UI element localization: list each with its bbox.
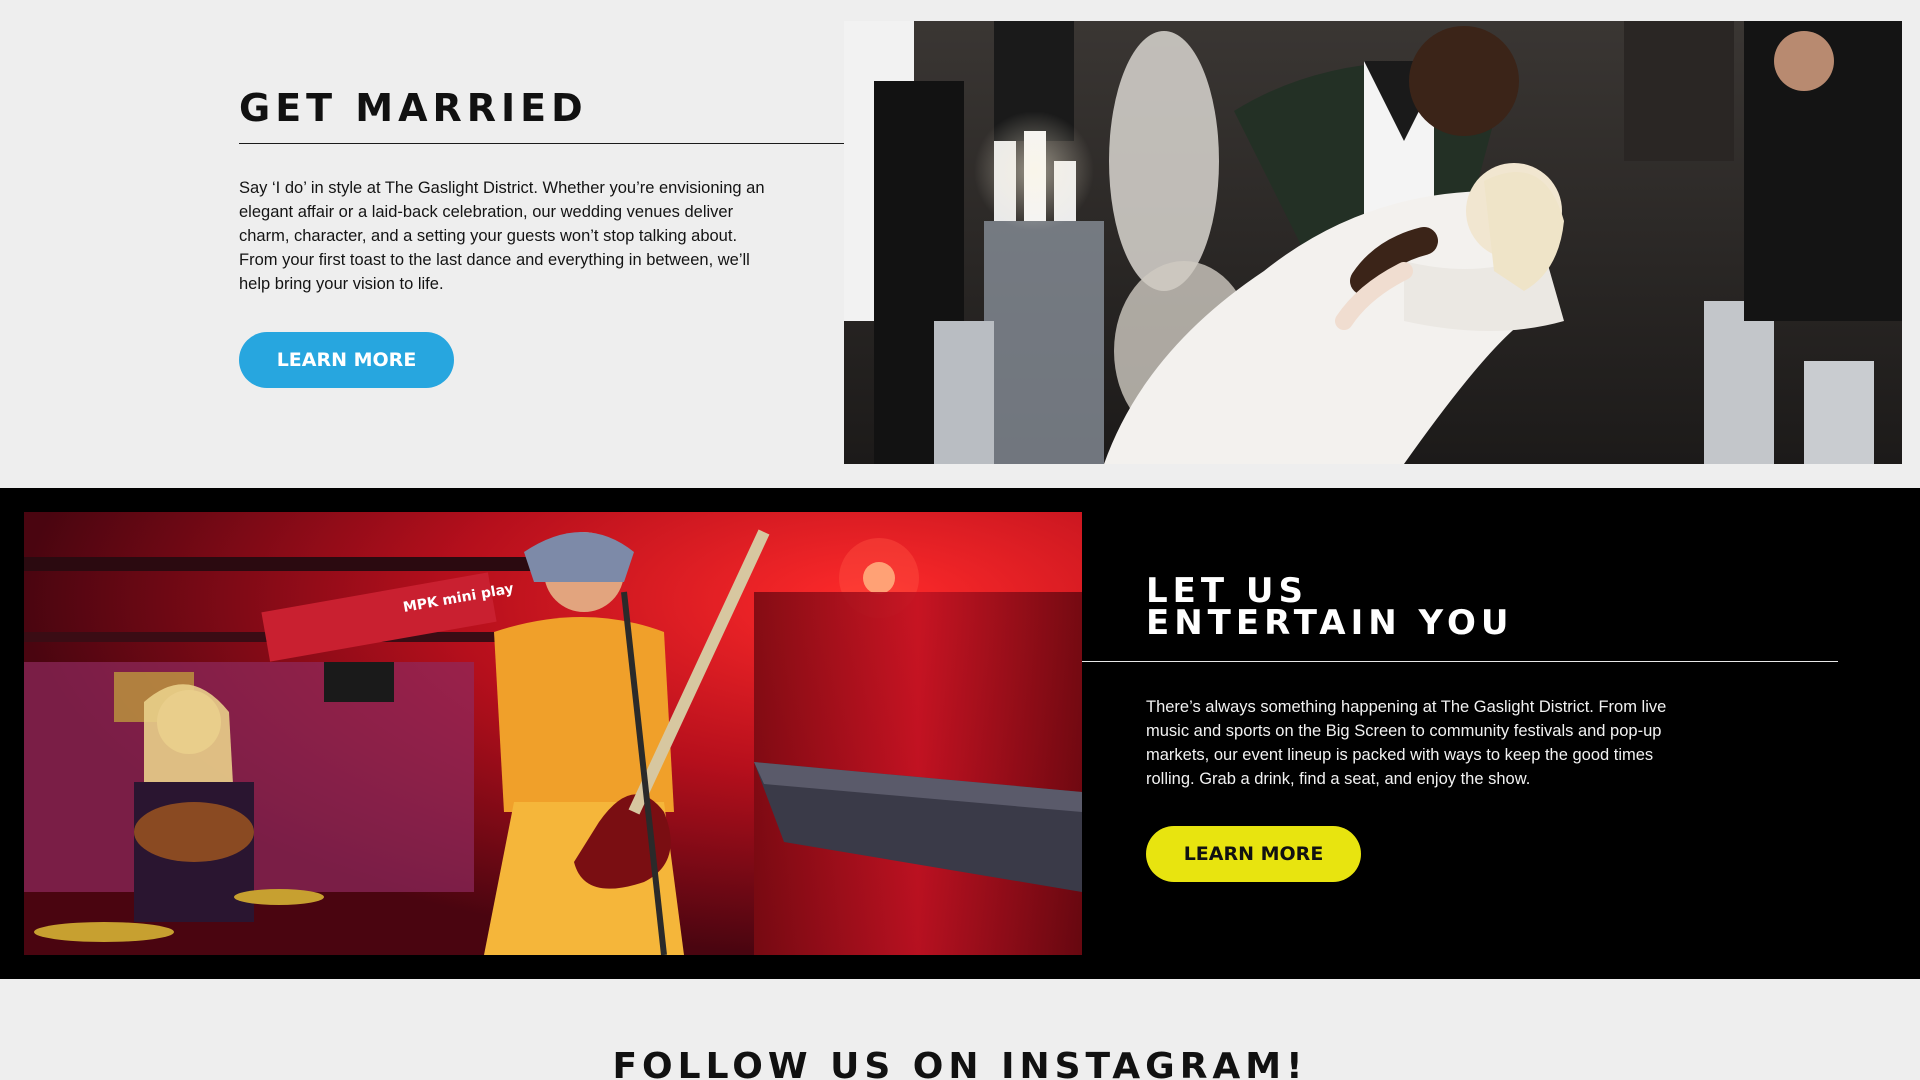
- wedding-couple-photo: [844, 21, 1902, 464]
- entertain-section: MPK mini play LET US ENTERTAIN YOU There…: [0, 488, 1920, 979]
- entertain-heading-line2: ENTERTAIN YOU: [1146, 603, 1514, 643]
- instagram-section: FOLLOW US ON INSTAGRAM!: [0, 979, 1920, 1080]
- get-married-learn-more-button[interactable]: LEARN MORE: [239, 332, 454, 388]
- live-band-concert-photo: MPK mini play: [24, 512, 1082, 955]
- get-married-description: Say ‘I do’ in style at The Gaslight Dist…: [239, 179, 765, 293]
- entertain-learn-more-button[interactable]: LEARN MORE: [1146, 826, 1361, 882]
- entertain-description: There’s always something happening at Th…: [1146, 698, 1667, 788]
- get-married-section: GET MARRIED Say ‘I do’ in style at The G…: [0, 0, 1920, 488]
- entertain-heading: LET US ENTERTAIN YOU: [1146, 574, 1514, 643]
- entertain-divider: [1082, 661, 1838, 662]
- get-married-heading: GET MARRIED: [239, 86, 588, 130]
- instagram-heading: FOLLOW US ON INSTAGRAM!: [612, 1046, 1308, 1080]
- get-married-divider: [239, 143, 845, 144]
